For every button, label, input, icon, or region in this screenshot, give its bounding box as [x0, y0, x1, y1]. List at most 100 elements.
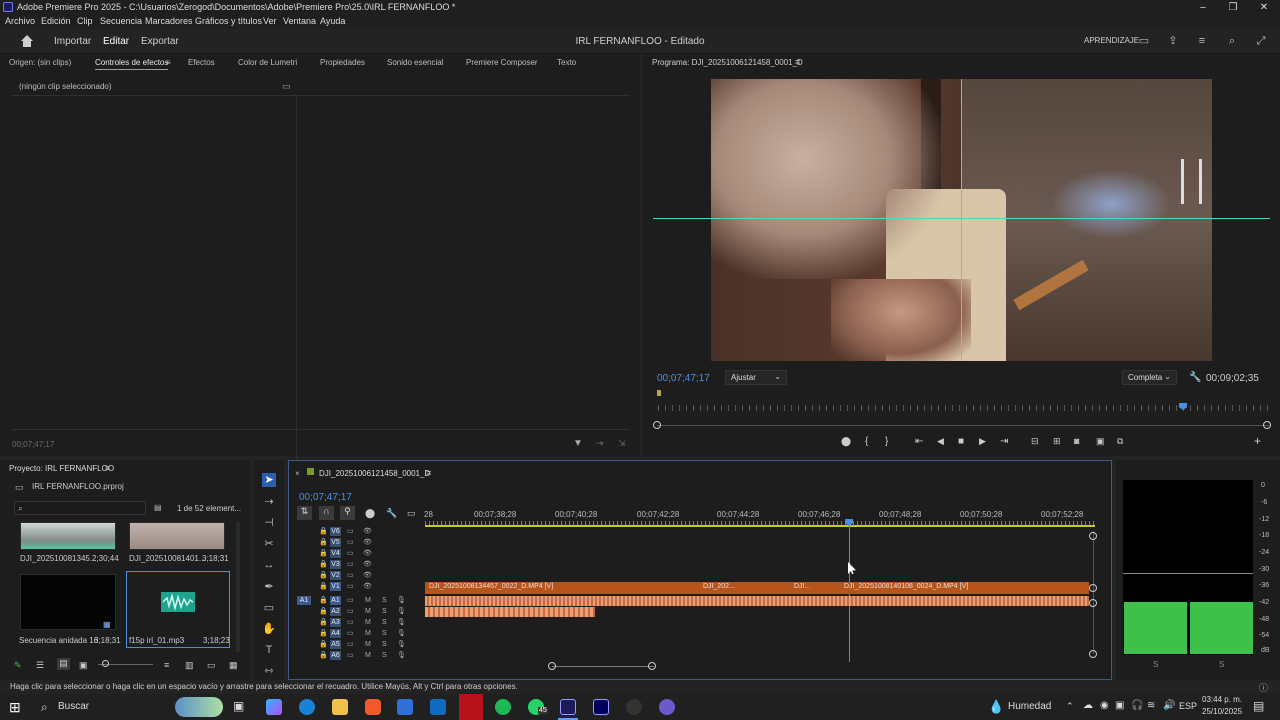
sync-icon[interactable]: ▭ — [347, 618, 354, 628]
lock-icon[interactable]: 🔒 — [319, 607, 328, 617]
vertical-scroll-track[interactable] — [1093, 531, 1094, 654]
clip-label[interactable]: DJI_202... — [703, 583, 735, 590]
tab-propiedades[interactable]: Propiedades — [320, 58, 365, 67]
tab-sonido-esencial[interactable]: Sonido esencial — [387, 58, 443, 67]
brave-icon[interactable] — [365, 699, 381, 715]
lock-icon[interactable]: 🔒 — [319, 651, 328, 661]
task-view-icon[interactable]: ▣ — [233, 699, 244, 713]
eye-icon[interactable]: 👁 — [363, 560, 372, 570]
maximize-button[interactable]: ❐ — [1218, 0, 1248, 15]
share-icon[interactable]: ⇪ — [1167, 35, 1179, 47]
sync-icon[interactable]: ▭ — [347, 651, 354, 661]
workspaces-icon[interactable]: ≡ — [1196, 35, 1208, 47]
spotify-icon[interactable] — [495, 699, 511, 715]
rectangle-icon[interactable]: ▭ — [262, 601, 276, 615]
filter-icon[interactable]: ▼ — [573, 438, 583, 449]
track-label[interactable]: V1 — [330, 582, 341, 591]
discord-icon[interactable] — [659, 699, 675, 715]
menu-graficos[interactable]: Gráficos y títulos — [195, 16, 262, 26]
store-icon[interactable] — [397, 699, 413, 715]
mute-button[interactable]: M — [365, 607, 371, 617]
track-select-icon[interactable]: ⇢ — [262, 495, 276, 509]
eye-icon[interactable]: 👁 — [363, 538, 372, 548]
stop-icon[interactable]: ■ — [958, 436, 964, 447]
learn-button[interactable]: APRENDIZAJE — [1084, 36, 1139, 45]
menu-edicion[interactable]: Edición — [41, 16, 71, 26]
sync-icon[interactable]: ▭ — [347, 607, 354, 617]
solo-button[interactable]: S — [382, 618, 387, 628]
razor-icon[interactable]: ✂ — [262, 537, 276, 551]
track-label[interactable]: V6 — [330, 527, 341, 536]
nest-icon[interactable]: ⇅ — [297, 506, 312, 520]
premiere-taskbar-icon[interactable] — [560, 699, 576, 715]
a1-audio-clip[interactable] — [425, 596, 1089, 606]
camera-tray-icon[interactable]: ▣ — [1115, 700, 1124, 711]
lock-icon[interactable]: 🔒 — [319, 629, 328, 639]
lock-icon[interactable]: 🔒 — [319, 582, 328, 592]
lock-icon[interactable]: 🔒 — [319, 571, 328, 581]
tab-origen[interactable]: Origen: (sin clips) — [9, 58, 71, 67]
program-current-time[interactable]: 00;07;47;17 — [657, 373, 710, 384]
scroll-handle[interactable] — [1089, 599, 1097, 607]
clock-date[interactable]: 25/10/2025 — [1202, 707, 1242, 716]
mute-button[interactable]: M — [365, 651, 371, 661]
freeform-view-icon[interactable]: ▣ — [79, 660, 88, 671]
selection-tool-icon[interactable]: ➤ — [262, 473, 276, 487]
track-label[interactable]: V2 — [330, 571, 341, 580]
clip-label[interactable]: DJI... — [794, 583, 810, 590]
horizontal-scrollbar[interactable] — [552, 666, 654, 667]
eye-icon[interactable]: 👁 — [363, 571, 372, 581]
panel-icon[interactable]: ▭ — [1138, 35, 1150, 47]
copilot-icon[interactable] — [266, 699, 282, 715]
track-label[interactable]: A5 — [330, 640, 341, 649]
microphone-icon[interactable]: 🎙 — [397, 596, 406, 606]
marker-icon[interactable]: ⬤ — [841, 436, 851, 447]
compare-icon[interactable]: ▣ — [1096, 436, 1105, 447]
menu-ayuda[interactable]: Ayuda — [320, 16, 345, 26]
clip-label[interactable]: DJI_20251008140108_0024_D.MP4 [V] — [844, 583, 968, 590]
tab-lumetri[interactable]: Color de Lumetri — [238, 58, 297, 67]
minimize-button[interactable]: – — [1188, 0, 1218, 15]
panel-menu-icon[interactable]: ≡ — [795, 57, 800, 67]
add-marker-icon[interactable]: ⬤ — [365, 508, 375, 519]
track-label[interactable]: A2 — [330, 607, 341, 616]
vertical-guide[interactable] — [961, 79, 962, 361]
solo-left-button[interactable]: S — [1153, 660, 1158, 669]
scrollbar[interactable] — [236, 522, 240, 652]
toggle-timeline-icon[interactable]: ▭ — [282, 81, 291, 92]
search-icon[interactable]: ⌕ — [1226, 35, 1238, 47]
step-forward-icon[interactable]: ▶ — [979, 436, 986, 447]
source-patch[interactable]: A1 — [297, 596, 311, 605]
solo-button[interactable]: S — [382, 640, 387, 650]
monitor-ruler[interactable] — [658, 405, 1268, 411]
notifications-icon[interactable]: ▤ — [1253, 699, 1264, 713]
search-icon[interactable]: ⌕ — [41, 700, 48, 715]
slip-icon[interactable]: ↔ — [262, 558, 276, 572]
microphone-icon[interactable]: 🎙 — [397, 607, 406, 617]
lock-icon[interactable]: 🔒 — [319, 527, 328, 537]
settings-wrench-icon[interactable]: 🔧 — [1189, 372, 1201, 383]
mark-in-icon[interactable]: { — [865, 436, 868, 447]
panel-menu-icon[interactable]: ≡ — [426, 468, 431, 478]
eye-icon[interactable]: 👁 — [363, 527, 372, 537]
mute-button[interactable]: M — [365, 596, 371, 606]
snap-icon[interactable]: ∩ — [319, 506, 334, 520]
audition-icon[interactable] — [593, 699, 609, 715]
wifi-icon[interactable]: ≋ — [1147, 700, 1155, 711]
timeline-settings-icon[interactable]: 🔧 — [386, 508, 397, 519]
pen-icon[interactable]: ✒ — [262, 580, 276, 594]
mute-button[interactable]: M — [365, 629, 371, 639]
track-label[interactable]: V3 — [330, 560, 341, 569]
scroll-handle[interactable] — [1089, 650, 1097, 658]
eye-icon[interactable]: 👁 — [363, 549, 372, 559]
generative-extend-icon[interactable]: ⇿ — [262, 664, 276, 678]
a2-audio-clip[interactable] — [425, 607, 595, 617]
pencil-icon[interactable]: ✎ — [14, 660, 22, 671]
lock-icon[interactable]: 🔒 — [319, 549, 328, 559]
lock-icon[interactable]: 🔒 — [319, 560, 328, 570]
lift-icon[interactable]: ⊟ — [1031, 436, 1039, 447]
zoom-slider-handle[interactable] — [102, 660, 109, 667]
chevron-up-icon[interactable]: ⌃ — [1066, 701, 1074, 712]
info-icon[interactable]: ⓘ — [1259, 681, 1268, 694]
go-to-out-icon[interactable]: ⇥ — [1000, 436, 1008, 447]
